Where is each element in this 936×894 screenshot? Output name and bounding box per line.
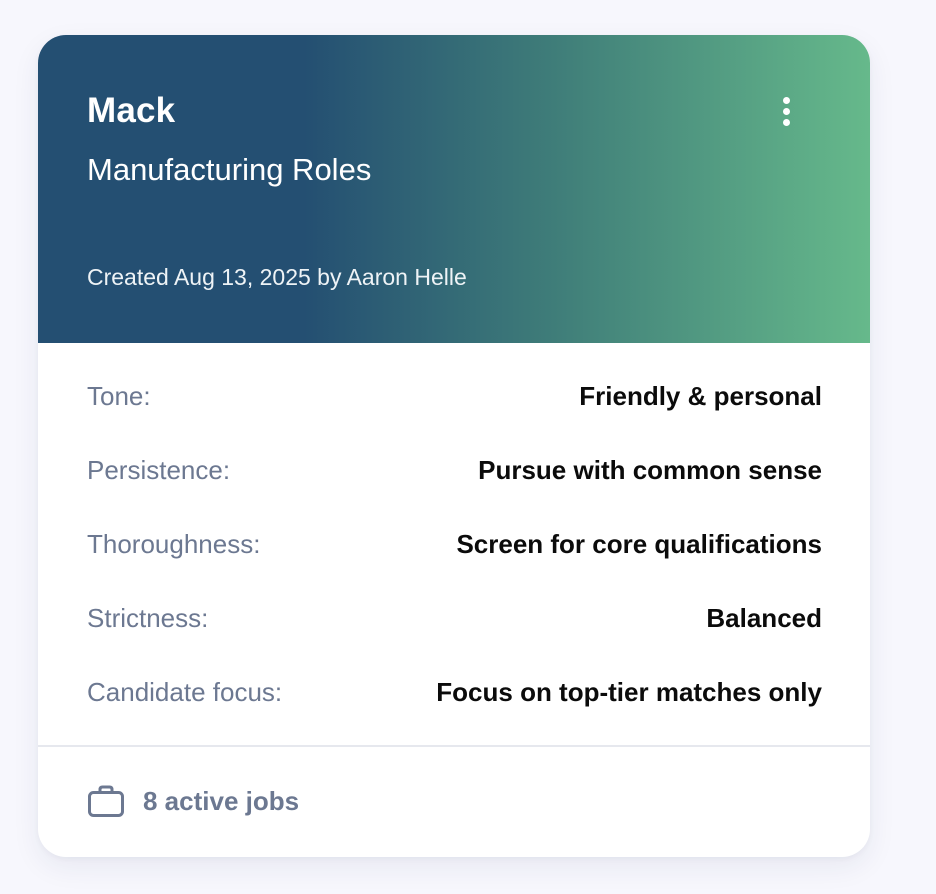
settings-list: Tone: Friendly & personal Persistence: P… xyxy=(87,359,822,729)
more-options-button[interactable] xyxy=(766,91,806,131)
setting-value: Pursue with common sense xyxy=(478,454,822,485)
agent-name: Mack xyxy=(87,91,176,130)
created-info: Created Aug 13, 2025 by Aaron Helle xyxy=(87,264,467,290)
setting-value: Screen for core qualifications xyxy=(456,528,822,559)
divider xyxy=(38,745,870,747)
agent-subtitle: Manufacturing Roles xyxy=(87,152,372,187)
briefcase-icon xyxy=(88,785,124,817)
card-footer: 8 active jobs xyxy=(87,781,299,821)
setting-value: Balanced xyxy=(706,602,822,633)
setting-row-persistence: Persistence: Pursue with common sense xyxy=(87,433,822,507)
setting-label: Persistence: xyxy=(87,454,231,485)
setting-label: Tone: xyxy=(87,380,151,411)
setting-value: Friendly & personal xyxy=(579,380,822,411)
setting-value: Focus on top-tier matches only xyxy=(436,676,822,707)
setting-label: Thoroughness: xyxy=(87,528,261,559)
setting-row-strictness: Strictness: Balanced xyxy=(87,581,822,655)
setting-label: Strictness: xyxy=(87,602,209,633)
setting-row-tone: Tone: Friendly & personal xyxy=(87,359,822,433)
kebab-menu-icon xyxy=(782,96,790,126)
card-header: Mack Manufacturing Roles Created Aug 13,… xyxy=(38,35,870,343)
active-jobs-count: 8 active jobs xyxy=(143,785,300,816)
setting-row-thoroughness: Thoroughness: Screen for core qualificat… xyxy=(87,507,822,581)
agent-card[interactable]: Mack Manufacturing Roles Created Aug 13,… xyxy=(38,35,870,857)
setting-row-candidate-focus: Candidate focus: Focus on top-tier match… xyxy=(87,655,822,729)
setting-label: Candidate focus: xyxy=(87,676,283,707)
